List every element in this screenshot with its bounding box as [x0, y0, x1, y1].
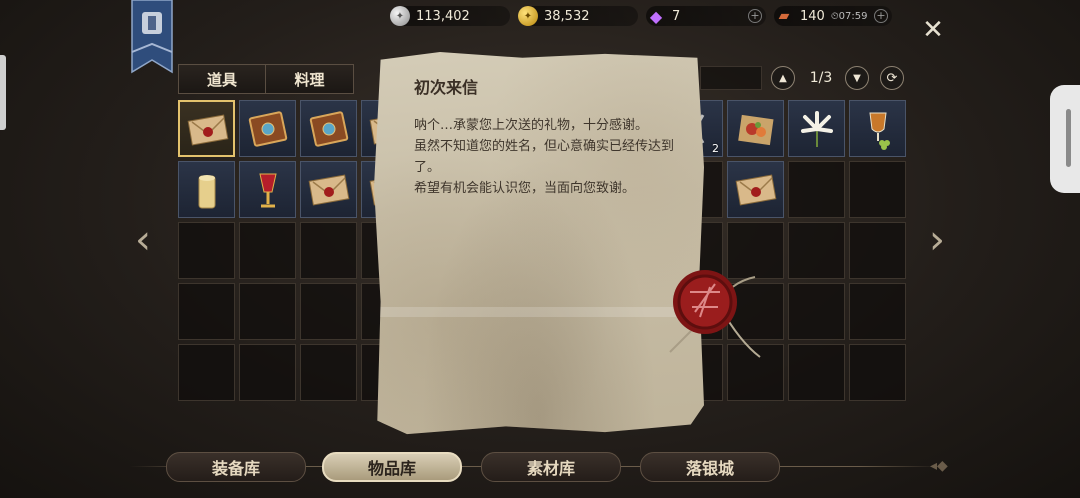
silver-coin-icon: ✦ — [390, 6, 410, 26]
search-input[interactable] — [700, 66, 762, 90]
nav-material-storage[interactable]: 素材库 — [481, 452, 621, 482]
inventory-slot-lily[interactable] — [788, 100, 845, 157]
diamond-icon: ◆ — [649, 6, 663, 26]
tab-cuisine[interactable]: 料理 — [266, 64, 354, 94]
guild-banner-icon — [130, 0, 174, 80]
nav-luoyin-city[interactable]: 落银城 — [640, 452, 780, 482]
screen-edge-indicator — [0, 55, 6, 130]
inventory-slot-empty[interactable] — [849, 161, 906, 218]
inventory-slot-empty[interactable] — [178, 344, 235, 401]
inventory-slot-empty[interactable] — [849, 222, 906, 279]
inventory-slot-empty[interactable] — [239, 283, 296, 340]
inventory-slot-wine[interactable] — [849, 100, 906, 157]
add-stamina-button[interactable]: + — [874, 9, 888, 23]
inventory-slot-empty[interactable] — [788, 161, 845, 218]
ticket-icon: ▰ — [778, 8, 790, 24]
add-gems-button[interactable]: + — [748, 9, 762, 23]
gem-currency: ◆ 7 + — [646, 6, 766, 26]
inventory-slot-empty[interactable] — [239, 222, 296, 279]
next-page-arrow-icon[interactable]: › — [924, 220, 950, 260]
letter-popup[interactable]: 初次来信 呐个…承蒙您上次送的礼物，十分感谢。 虽然不知道您的姓名，但心意确实已… — [374, 52, 704, 435]
letter-line: 虽然不知道您的姓名，但心意确实已经传达到了。 — [414, 139, 675, 175]
inventory-slot-letter[interactable] — [300, 161, 357, 218]
inventory-slot-goblet[interactable] — [239, 161, 296, 218]
page-down-button[interactable]: ▼ — [845, 66, 869, 90]
stamina-timer: ⏲07:59 — [830, 10, 868, 22]
inventory-slot-candle[interactable] — [178, 161, 235, 218]
inventory-slot-letter[interactable] — [727, 161, 784, 218]
inventory-slot-empty[interactable] — [300, 222, 357, 279]
wax-seal-icon — [660, 262, 770, 372]
nav-equipment-storage[interactable]: 装备库 — [166, 452, 306, 482]
inventory-slot-empty[interactable] — [788, 283, 845, 340]
inventory-slot-food[interactable] — [727, 100, 784, 157]
prev-page-arrow-icon[interactable]: ‹ — [130, 220, 156, 260]
inventory-slot-book[interactable] — [300, 100, 357, 157]
inventory-slot-letter[interactable] — [178, 100, 235, 157]
quantity-badge: 2 — [712, 142, 719, 155]
close-button[interactable]: ✕ — [921, 17, 945, 43]
letter-line: 希望有机会能认识您，当面向您致谢。 — [414, 181, 636, 196]
inventory-slot-empty[interactable] — [300, 344, 357, 401]
inventory-slot-book[interactable] — [239, 100, 296, 157]
gold-currency: ✦ 38,532 — [518, 6, 638, 26]
page-indicator: 1/3 — [809, 70, 833, 86]
ornament-icon: ◂◆ — [930, 458, 948, 474]
category-tabs: 道具 料理 — [178, 64, 354, 94]
tab-items[interactable]: 道具 — [178, 64, 266, 94]
inventory-slot-empty[interactable] — [178, 222, 235, 279]
inventory-slot-empty[interactable] — [849, 344, 906, 401]
inventory-slot-empty[interactable] — [178, 283, 235, 340]
gold-coin-icon: ✦ — [518, 6, 538, 26]
inventory-slot-empty[interactable] — [849, 283, 906, 340]
floating-side-handle[interactable] — [1050, 85, 1080, 193]
letter-title: 初次来信 — [414, 78, 479, 97]
stamina-currency: ▰ 140 ⏲07:59 + — [774, 6, 892, 26]
refresh-button[interactable]: ⟳ — [880, 66, 904, 90]
inventory-slot-empty[interactable] — [300, 283, 357, 340]
inventory-slot-empty[interactable] — [788, 344, 845, 401]
inventory-slot-empty[interactable] — [239, 344, 296, 401]
letter-body: 呐个…承蒙您上次送的礼物，十分感谢。 虽然不知道您的姓名，但心意确实已经传达到了… — [414, 115, 684, 199]
silver-currency: ✦ 113,402 — [390, 6, 510, 26]
nav-item-storage[interactable]: 物品库 — [322, 452, 462, 482]
page-up-button[interactable]: ▲ — [771, 66, 795, 90]
inventory-slot-empty[interactable] — [788, 222, 845, 279]
letter-line: 呐个…承蒙您上次送的礼物，十分感谢。 — [414, 118, 649, 133]
